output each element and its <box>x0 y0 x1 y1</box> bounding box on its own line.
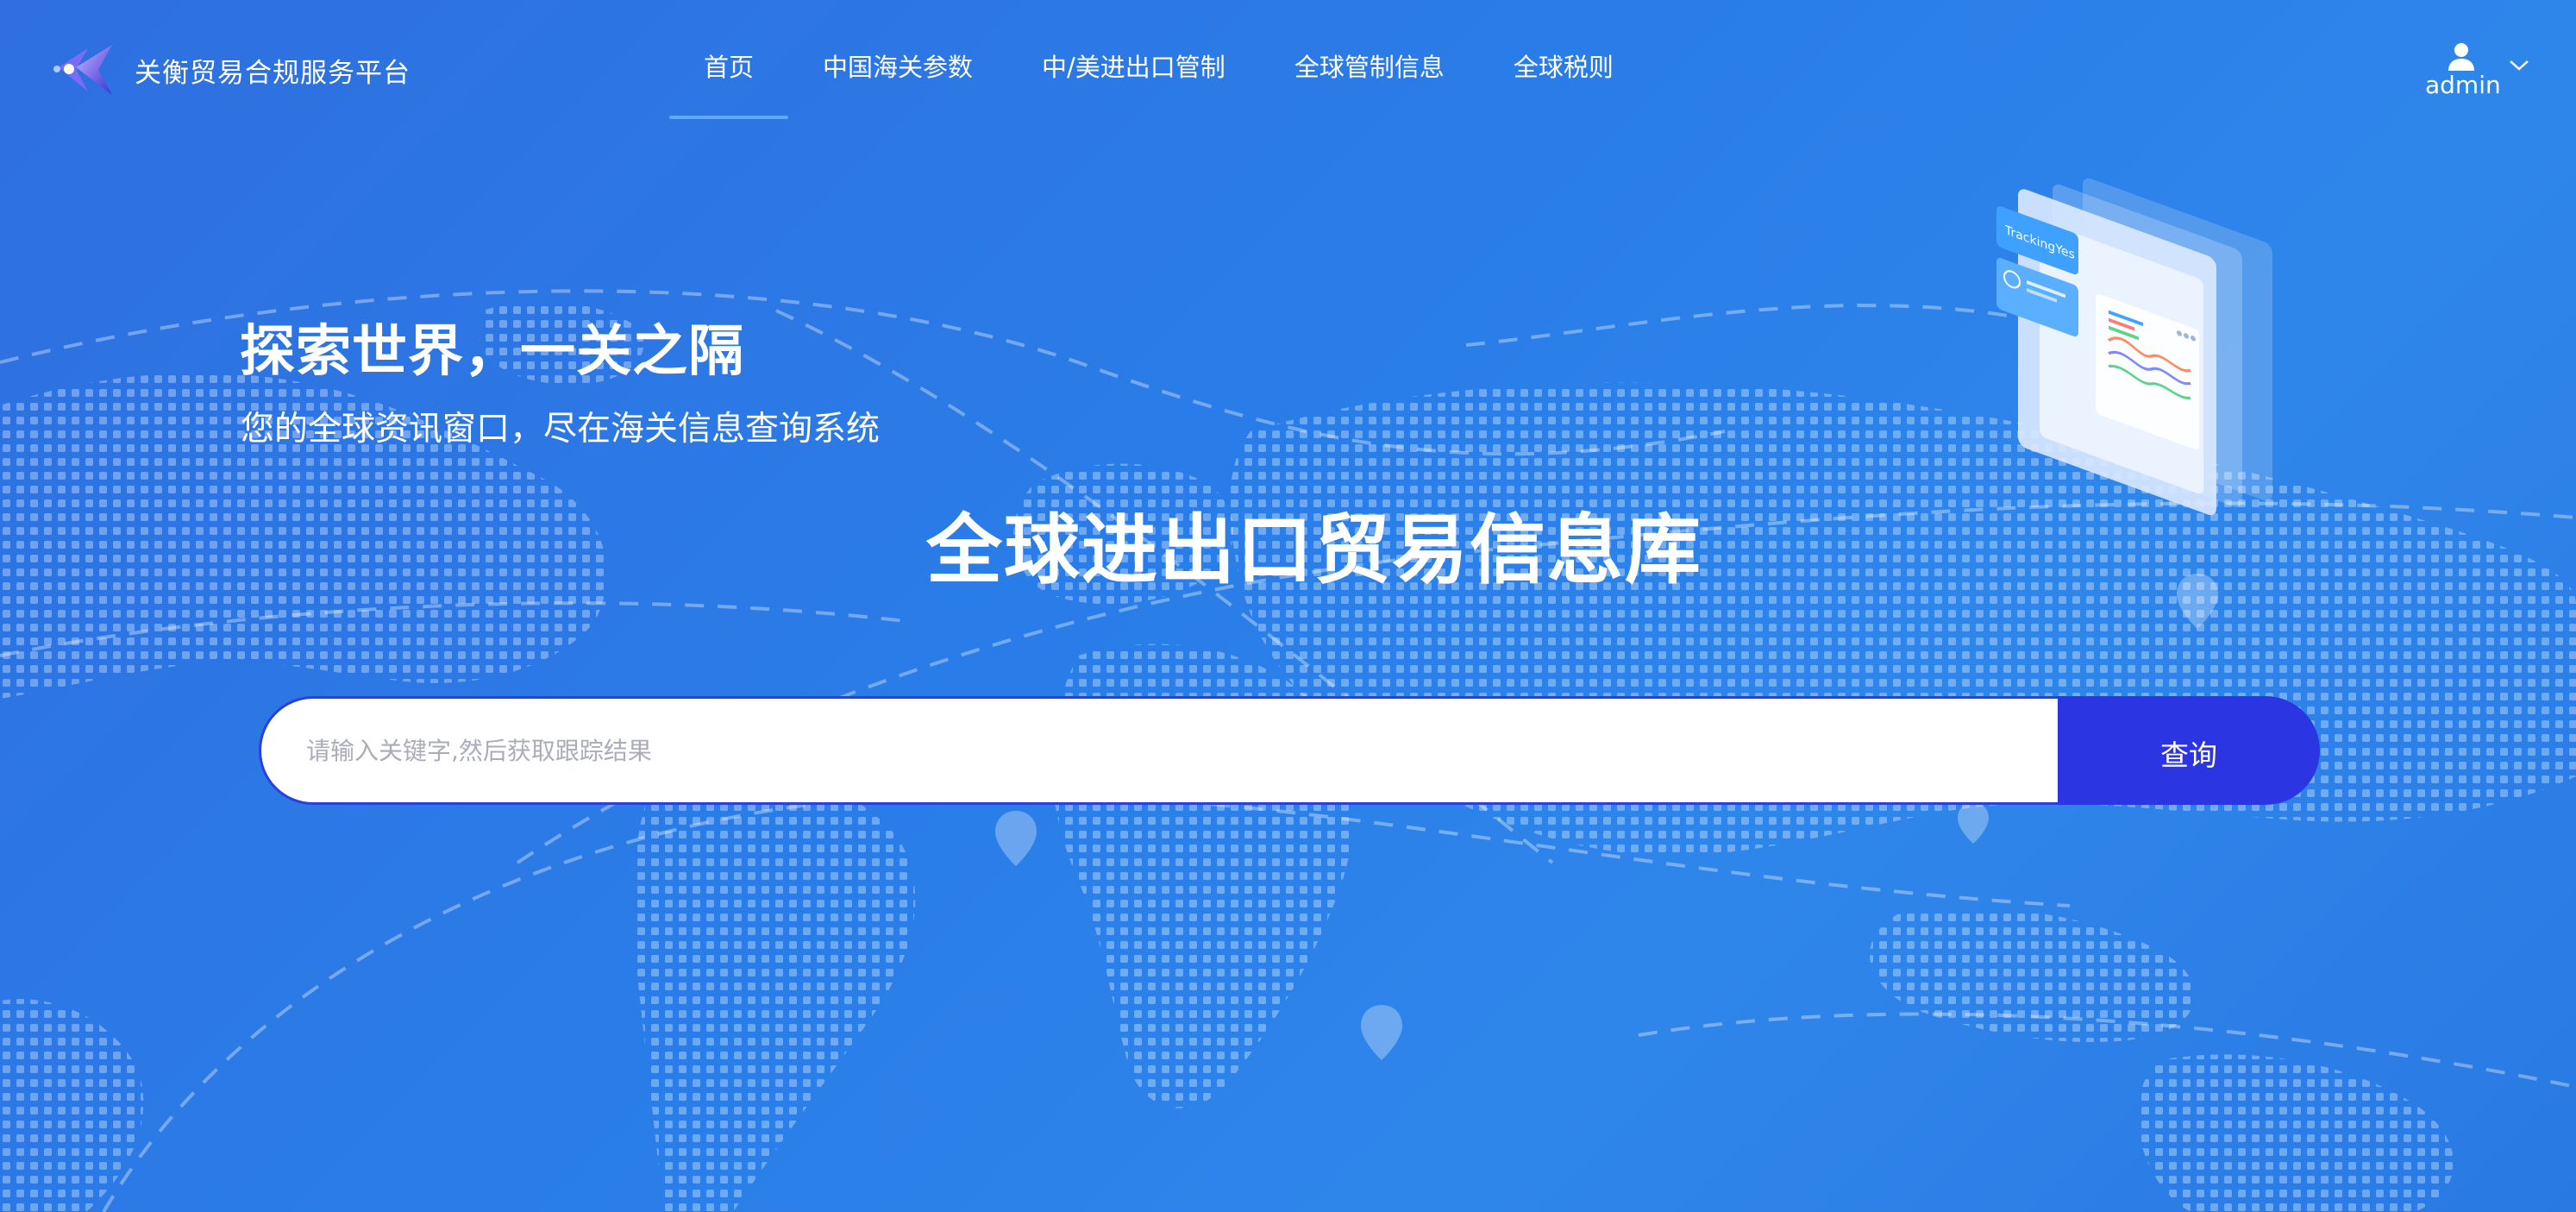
top-navigation-bar: 关衡贸易合规服务平台 首页 中国海关参数 中/美进出口管制 全球管制信息 全球税… <box>0 0 2576 138</box>
search-button[interactable]: 查询 <box>2058 696 2320 805</box>
user-menu[interactable]: admin <box>2425 38 2537 107</box>
nav-item-global-control-info[interactable]: 全球管制信息 <box>1260 0 1479 121</box>
home-page: 关衡贸易合规服务平台 首页 中国海关参数 中/美进出口管制 全球管制信息 全球税… <box>0 0 2576 1212</box>
database-title: 全球进出口贸易信息库 <box>926 506 1703 594</box>
brand[interactable]: 关衡贸易合规服务平台 <box>50 41 411 98</box>
user-icon <box>2448 43 2474 71</box>
hero-title: 探索世界，一关之隔 <box>240 320 744 384</box>
hero-subtitle: 您的全球资讯窗口，尽在海关信息查询系统 <box>241 410 881 449</box>
nav-item-china-us-export-control[interactable]: 中/美进出口管制 <box>1007 0 1260 121</box>
nav-item-china-customs-parameters[interactable]: 中国海关参数 <box>788 0 1007 121</box>
search-bar: 查询 <box>259 696 2320 805</box>
search-input[interactable] <box>259 696 2059 805</box>
nav-item-home[interactable]: 首页 <box>669 0 789 121</box>
brand-logo-icon <box>53 45 112 95</box>
user-name: admin <box>2425 71 2501 99</box>
nav-item-global-tariffs[interactable]: 全球税则 <box>1479 0 1648 121</box>
brand-name: 关衡贸易合规服务平台 <box>135 57 411 89</box>
main-nav: 首页 中国海关参数 中/美进出口管制 全球管制信息 全球税则 <box>669 0 1648 121</box>
dashboard-illustration: TrackingYes <box>1996 178 2272 516</box>
chevron-down-icon[interactable] <box>2508 59 2530 72</box>
